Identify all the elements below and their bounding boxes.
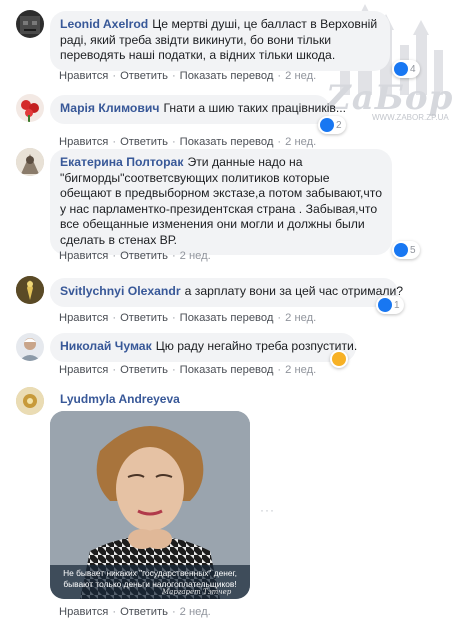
comment-bubble: Екатерина Полторак Эти данные надо на "би…: [50, 149, 392, 255]
reaction-count[interactable]: 4: [392, 60, 420, 78]
comment-actions: Нравится · Ответить · 2 нед.: [59, 250, 211, 262]
reply-link[interactable]: Ответить: [120, 364, 168, 376]
avatar[interactable]: [16, 276, 44, 304]
comment-author[interactable]: Марія Климович: [60, 101, 159, 115]
comment-actions: Нравится · Ответить · Показать перевод · 2 нед…: [59, 312, 317, 324]
comment-bubble: Николай Чумак Цю раду негайно треба розпу…: [50, 333, 358, 362]
translate-link[interactable]: Показать перевод: [180, 312, 274, 324]
reply-link[interactable]: Ответить: [120, 70, 168, 82]
reply-link[interactable]: Ответить: [120, 136, 168, 148]
comment-actions: Нравится · Ответить · Показать перевод · 2 нед…: [59, 364, 317, 376]
avatar[interactable]: [16, 333, 44, 361]
image-signature: Маргарет Тэтчер: [162, 588, 232, 596]
like-link[interactable]: Нравится: [59, 312, 108, 324]
reaction-count[interactable]: 5: [392, 241, 420, 259]
avatar[interactable]: [16, 387, 44, 415]
avatar[interactable]: [16, 10, 44, 38]
comment-text: а зарплату вони за цей час отримали?: [184, 284, 404, 298]
like-link[interactable]: Нравится: [59, 364, 108, 376]
more-options-icon[interactable]: ···: [260, 503, 275, 517]
comment-bubble: Leonid Axelrod Це мертві душі, це балласт…: [50, 11, 390, 71]
comment-bubble: Svitlychnyi Olexandr а зарплату вони за ц…: [50, 278, 403, 307]
translate-link[interactable]: Показать перевод: [180, 364, 274, 376]
comment-author[interactable]: Lyudmyla Andreyeva: [60, 392, 180, 406]
avatar[interactable]: [16, 148, 44, 176]
translate-link[interactable]: Показать перевод: [180, 70, 274, 82]
like-icon: [320, 118, 334, 132]
reply-link[interactable]: Ответить: [120, 312, 168, 324]
watermark-url: WWW.ZABOR.ZP.UA: [372, 113, 449, 122]
like-link[interactable]: Нравится: [59, 136, 108, 148]
timestamp[interactable]: 2 нед.: [285, 70, 316, 82]
comment-author[interactable]: Leonid Axelrod: [60, 17, 148, 31]
avatar[interactable]: [16, 94, 44, 122]
comment-actions: Нравится · Ответить · Показать перевод · 2 нед…: [59, 70, 317, 82]
reply-link[interactable]: Ответить: [120, 606, 168, 618]
translate-link[interactable]: Показать перевод: [180, 136, 274, 148]
comment-actions: Нравится · Ответить · Показать перевод · 2 нед…: [59, 136, 317, 148]
comment-text: Гнати а шию таких працівників...: [163, 101, 347, 115]
comment-author[interactable]: Екатерина Полторак: [60, 155, 183, 169]
timestamp[interactable]: 2 нед.: [180, 606, 211, 618]
like-link[interactable]: Нравится: [59, 250, 108, 262]
like-icon: [394, 62, 408, 76]
comment-author[interactable]: Svitlychnyi Olexandr: [60, 284, 181, 298]
reply-link[interactable]: Ответить: [120, 250, 168, 262]
image-caption: Не бывает никаких "государственных" дене…: [63, 568, 237, 589]
comment-actions: Нравится · Ответить · 2 нед.: [59, 606, 211, 618]
comment-text: Цю раду негайно треба розпустити.: [155, 339, 358, 353]
timestamp[interactable]: 2 нед.: [285, 312, 316, 324]
like-link[interactable]: Нравится: [59, 70, 108, 82]
reaction-count[interactable]: 2: [318, 116, 346, 134]
timestamp[interactable]: 2 нед.: [285, 136, 316, 148]
like-icon: [378, 298, 392, 312]
timestamp[interactable]: 2 нед.: [180, 250, 211, 262]
comment-bubble: Марія Климович Гнати а шию таких працівни…: [50, 95, 346, 124]
like-link[interactable]: Нравится: [59, 606, 108, 618]
like-icon: [394, 243, 408, 257]
timestamp[interactable]: 2 нед.: [285, 364, 316, 376]
reaction-count[interactable]: 1: [376, 296, 404, 314]
reaction-count[interactable]: [330, 350, 348, 368]
haha-icon: [332, 352, 346, 366]
comment-author[interactable]: Николай Чумак: [60, 339, 152, 353]
comment-image[interactable]: Не бывает никаких "государственных" дене…: [50, 411, 250, 599]
